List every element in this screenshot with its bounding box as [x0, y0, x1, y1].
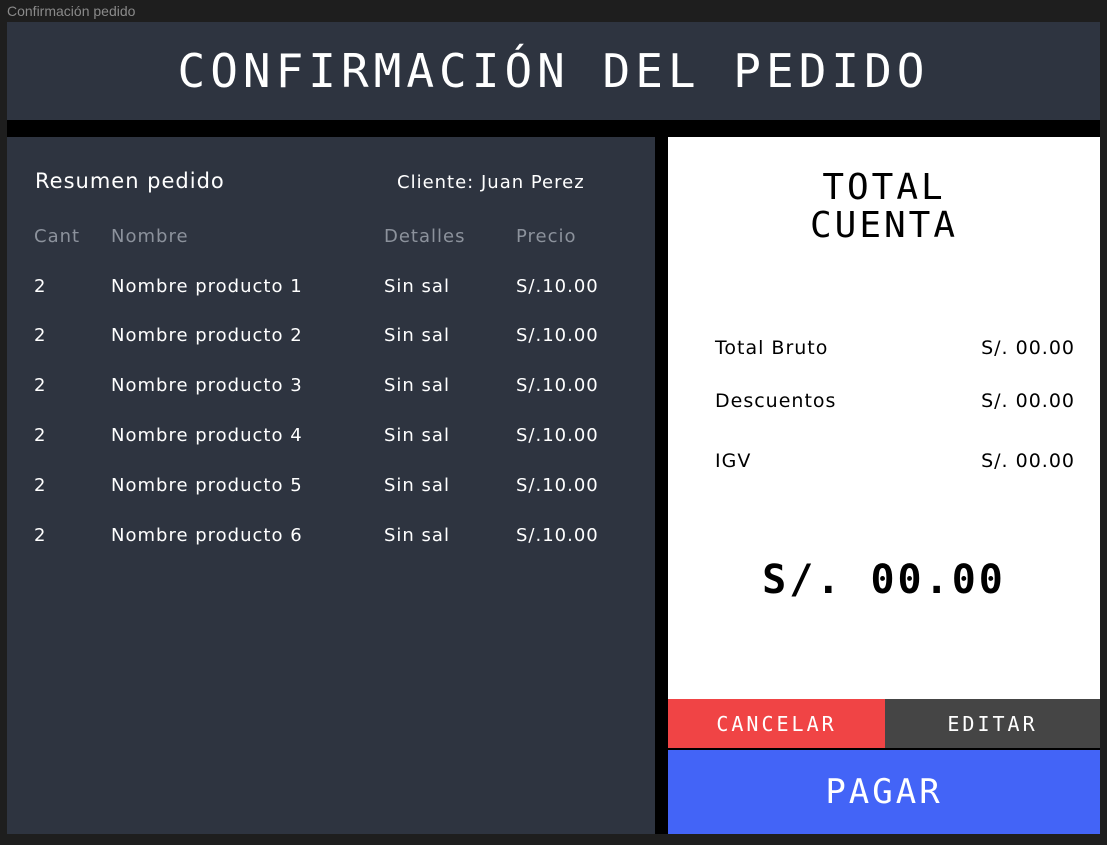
item-cant: 2 [34, 276, 47, 297]
total-title-line1: TOTAL [822, 167, 946, 208]
descuentos-value: S/. 00.00 [981, 390, 1075, 412]
descuentos-label: Descuentos [715, 390, 837, 412]
page-title: CONFIRMACIÓN DEL PEDIDO [177, 44, 930, 98]
item-precio: S/.10.00 [516, 425, 599, 446]
item-detalles: Sin sal [384, 475, 450, 496]
table-row: 2 Nombre producto 3 Sin sal S/.10.00 [7, 375, 655, 405]
item-cant: 2 [34, 525, 47, 546]
total-title-line2: CUENTA [809, 205, 959, 246]
item-nombre: Nombre producto 5 [111, 475, 303, 496]
item-nombre: Nombre producto 1 [111, 276, 303, 297]
item-nombre: Nombre producto 6 [111, 525, 303, 546]
item-cant: 2 [34, 325, 47, 346]
igv-value: S/. 00.00 [981, 450, 1075, 472]
header-bar: CONFIRMACIÓN DEL PEDIDO [7, 22, 1100, 120]
table-row: 2 Nombre producto 6 Sin sal S/.10.00 [7, 525, 655, 555]
window-title: Confirmación pedido [7, 3, 136, 19]
table-row: 2 Nombre producto 4 Sin sal S/.10.00 [7, 425, 655, 455]
item-detalles: Sin sal [384, 325, 450, 346]
item-precio: S/.10.00 [516, 276, 599, 297]
item-precio: S/.10.00 [516, 325, 599, 346]
item-detalles: Sin sal [384, 276, 450, 297]
item-cant: 2 [34, 425, 47, 446]
item-nombre: Nombre producto 4 [111, 425, 303, 446]
column-header-nombre: Nombre [111, 226, 189, 247]
total-title: TOTAL CUENTA [668, 169, 1100, 245]
item-precio: S/.10.00 [516, 475, 599, 496]
column-header-precio: Precio [516, 226, 577, 247]
total-panel: TOTAL CUENTA Total Bruto S/. 00.00 Descu… [668, 137, 1100, 699]
order-confirmation-frame: CONFIRMACIÓN DEL PEDIDO Resumen pedido C… [7, 22, 1100, 834]
cancel-button[interactable]: CANCELAR [668, 699, 885, 748]
item-detalles: Sin sal [384, 525, 450, 546]
item-detalles: Sin sal [384, 425, 450, 446]
summary-title: Resumen pedido [35, 169, 225, 193]
total-bruto-label: Total Bruto [715, 337, 829, 359]
pay-button[interactable]: PAGAR [668, 750, 1100, 834]
table-row: 2 Nombre producto 2 Sin sal S/.10.00 [7, 325, 655, 355]
item-detalles: Sin sal [384, 375, 450, 396]
table-row: 2 Nombre producto 5 Sin sal S/.10.00 [7, 475, 655, 505]
igv-label: IGV [715, 450, 752, 472]
total-bruto-value: S/. 00.00 [981, 337, 1075, 359]
grand-total-value: S/. 00.00 [762, 557, 1006, 603]
item-nombre: Nombre producto 2 [111, 325, 303, 346]
column-header-detalles: Detalles [384, 226, 466, 247]
item-cant: 2 [34, 475, 47, 496]
order-summary-panel: Resumen pedido Cliente: Juan Perez Cant … [7, 137, 655, 834]
item-precio: S/.10.00 [516, 375, 599, 396]
edit-button[interactable]: EDITAR [885, 699, 1100, 748]
table-row: 2 Nombre producto 1 Sin sal S/.10.00 [7, 276, 655, 306]
item-cant: 2 [34, 375, 47, 396]
client-label: Cliente: Juan Perez [397, 172, 585, 193]
column-header-cant: Cant [34, 226, 81, 247]
item-precio: S/.10.00 [516, 525, 599, 546]
item-nombre: Nombre producto 3 [111, 375, 303, 396]
